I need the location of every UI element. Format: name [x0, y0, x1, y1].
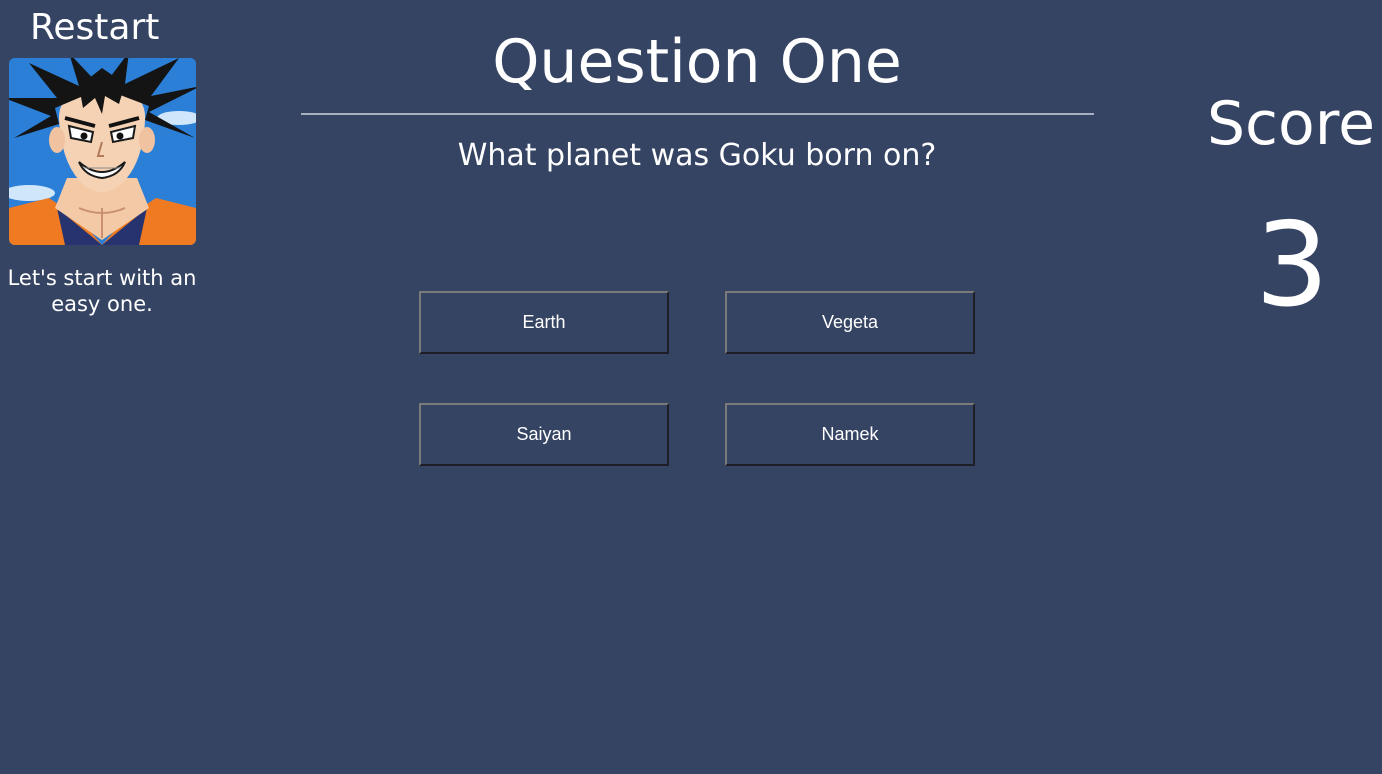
restart-button[interactable]: Restart — [30, 6, 159, 50]
goku-portrait-image — [9, 58, 196, 245]
answer-button-saiyan[interactable]: Saiyan — [419, 403, 669, 466]
question-title: Question One — [492, 27, 902, 97]
title-divider — [301, 113, 1094, 115]
answer-button-namek[interactable]: Namek — [725, 403, 975, 466]
answer-button-earth[interactable]: Earth — [419, 291, 669, 354]
score-label: Score — [1206, 89, 1376, 159]
hint-text: Let's start with an easy one. — [7, 266, 197, 316]
question-text: What planet was Goku born on? — [457, 138, 937, 173]
answer-button-vegeta[interactable]: Vegeta — [725, 291, 975, 354]
score-value: 3 — [1255, 198, 1329, 333]
